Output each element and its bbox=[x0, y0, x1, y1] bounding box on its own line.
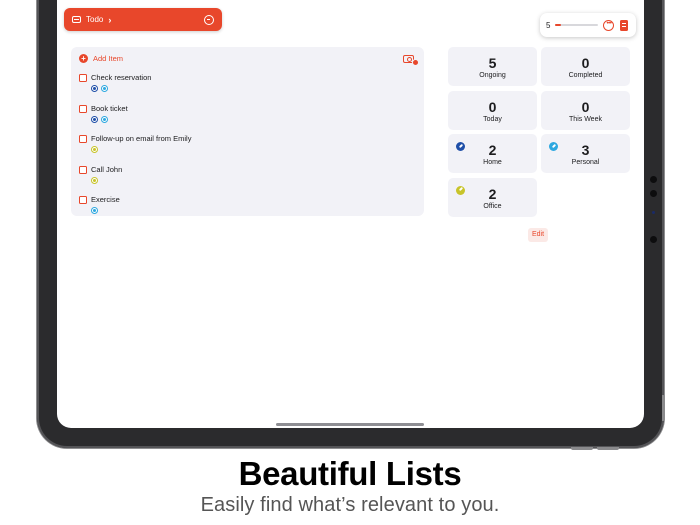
stat-tile-office[interactable]: 2 Office bbox=[448, 177, 537, 217]
count-slider[interactable] bbox=[555, 24, 599, 26]
todo-checkbox[interactable] bbox=[79, 74, 87, 82]
home-tag-icon bbox=[91, 85, 98, 92]
add-item-label: Add Item bbox=[93, 54, 124, 63]
todo-tags bbox=[91, 207, 98, 214]
edit-button[interactable]: Edit bbox=[528, 228, 548, 242]
caption-title: Beautiful Lists bbox=[238, 455, 462, 492]
slider-fill bbox=[555, 24, 561, 26]
todo-item[interactable]: Check reservation bbox=[79, 73, 409, 100]
todo-item[interactable]: Book ticket bbox=[79, 103, 409, 131]
home-indicator[interactable] bbox=[276, 423, 424, 426]
stat-count: 0 bbox=[581, 55, 590, 71]
stat-count: 0 bbox=[581, 98, 590, 115]
todo-item[interactable]: Exercise bbox=[79, 195, 409, 222]
stat-label: This Week bbox=[569, 115, 602, 123]
volume-button bbox=[662, 395, 665, 421]
search-icon[interactable] bbox=[204, 14, 214, 25]
todo-tags bbox=[91, 146, 98, 153]
stat-tile-today[interactable]: 0 Today bbox=[448, 90, 537, 130]
stat-tile-personal[interactable]: 3 Personal bbox=[541, 134, 630, 173]
office-tag-icon bbox=[91, 176, 98, 184]
todo-tags bbox=[91, 85, 108, 92]
top-button-1 bbox=[571, 447, 593, 450]
notebook-icon[interactable] bbox=[620, 19, 629, 31]
stat-count: 2 bbox=[488, 185, 497, 202]
todo-item[interactable]: Follow-up on email from Emily bbox=[79, 134, 409, 161]
todo-checkbox[interactable] bbox=[79, 104, 87, 113]
top-control-panel: 5 ••• bbox=[540, 13, 636, 37]
todo-checkbox[interactable] bbox=[79, 165, 87, 174]
stat-label: Home bbox=[483, 159, 502, 166]
todo-label: Check reservation bbox=[91, 73, 152, 82]
todo-item[interactable]: Call John bbox=[79, 164, 409, 192]
todo-label: Exercise bbox=[91, 195, 120, 204]
app-screen: Todo › 5 ••• + Add Item Check reservatio… bbox=[57, 0, 644, 428]
visible-count: 5 bbox=[546, 20, 551, 30]
stat-tile-this-week[interactable]: 0 This Week bbox=[541, 90, 630, 130]
camera-sensor bbox=[652, 211, 655, 214]
stat-count: 0 bbox=[488, 98, 497, 115]
todo-tags bbox=[91, 115, 108, 123]
caption-subtitle: Easily find what’s relevant to you. bbox=[200, 494, 500, 516]
todo-label: Follow-up on email from Emily bbox=[91, 134, 192, 143]
chevron-right-icon: › bbox=[108, 14, 112, 25]
top-button-2 bbox=[597, 447, 619, 450]
camera-lens bbox=[650, 176, 657, 183]
stat-count: 3 bbox=[581, 142, 590, 158]
stat-count: 5 bbox=[488, 55, 497, 71]
tray-icon bbox=[72, 16, 81, 23]
home-tag-icon bbox=[91, 115, 98, 123]
todo-list-card: + Add Item Check reservation Book ticket F… bbox=[71, 47, 424, 216]
list-header-button[interactable]: Todo › bbox=[64, 8, 222, 31]
todo-label: Call John bbox=[91, 164, 123, 174]
personal-tag-icon bbox=[101, 115, 108, 123]
todo-label: Book ticket bbox=[91, 103, 128, 113]
stat-tile-home[interactable]: 2 Home bbox=[448, 134, 537, 173]
stat-count: 2 bbox=[488, 142, 497, 158]
todo-checkbox[interactable] bbox=[79, 135, 87, 143]
stat-label: Completed bbox=[568, 72, 603, 79]
stat-label: Ongoing bbox=[479, 72, 506, 79]
camera-icon[interactable] bbox=[403, 55, 419, 66]
camera-lens bbox=[650, 190, 657, 197]
office-tag-icon bbox=[91, 146, 98, 153]
todo-checkbox[interactable] bbox=[79, 196, 87, 204]
stat-label: Personal bbox=[571, 159, 600, 166]
todo-tags bbox=[91, 176, 98, 184]
more-icon[interactable]: ••• bbox=[603, 19, 615, 31]
list-title: Todo bbox=[86, 15, 104, 24]
camera-flash bbox=[650, 236, 657, 243]
personal-tag-icon bbox=[91, 207, 98, 214]
plus-circle-icon: + bbox=[79, 54, 88, 63]
stat-tile-completed[interactable]: 0 Completed bbox=[541, 47, 630, 86]
stat-label: Today bbox=[483, 115, 502, 123]
stat-tile-ongoing[interactable]: 5 Ongoing bbox=[448, 47, 537, 86]
add-item-button[interactable]: + Add Item bbox=[79, 54, 123, 63]
stat-label: Office bbox=[483, 202, 502, 210]
personal-tag-icon bbox=[101, 85, 108, 92]
